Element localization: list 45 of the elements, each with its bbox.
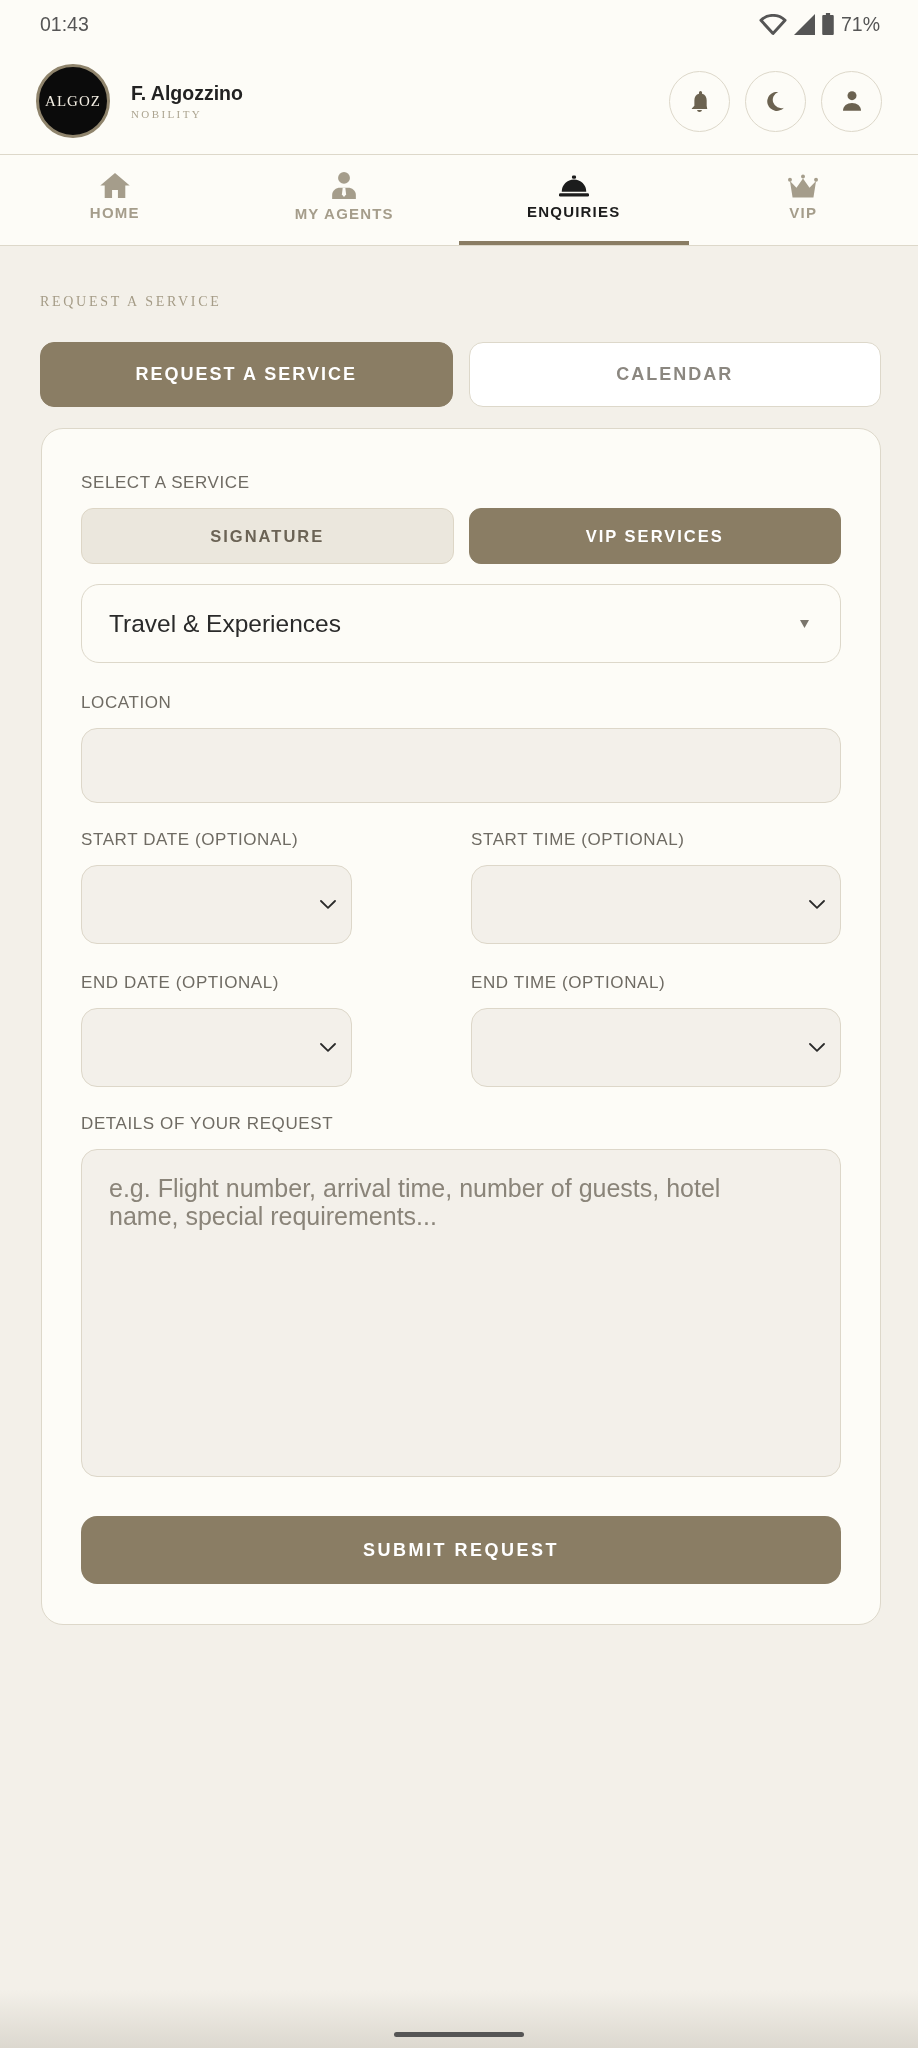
home-icon <box>99 173 130 198</box>
field-label: SELECT A SERVICE <box>81 473 251 493</box>
person-icon <box>332 172 357 199</box>
location-field[interactable] <box>81 728 841 803</box>
status-time: 01:43 <box>40 13 89 35</box>
avatar-logo: ALGOZ <box>36 64 110 138</box>
battery-icon <box>821 13 834 35</box>
signal-icon <box>793 13 815 35</box>
home-indicator[interactable] <box>394 2032 524 2037</box>
user-name: F. Algozzino <box>131 81 243 104</box>
caret-icon <box>800 619 809 628</box>
nav-tab[interactable]: VIP <box>688 155 918 245</box>
field-label: END DATE (OPTIONAL) <box>81 973 281 993</box>
field-label: END TIME (OPTIONAL) <box>471 973 667 993</box>
moon-icon <box>767 91 784 111</box>
category-select[interactable]: Travel & Experiences <box>81 584 841 663</box>
field-label: START TIME (OPTIONAL) <box>471 830 686 850</box>
date-field[interactable] <box>81 1008 352 1087</box>
details-field[interactable]: e.g. Flight number, arrival time, number of guests, hotel name, special requirements... <box>81 1149 841 1477</box>
service-option[interactable]: VIP SERVICES <box>468 508 841 564</box>
mode-button[interactable]: REQUEST A SERVICE <box>40 342 453 407</box>
nav-tab[interactable]: ENQUIRIES <box>459 155 689 245</box>
time-field[interactable] <box>471 865 841 944</box>
nav-tab[interactable]: MY AGENTS <box>229 155 459 245</box>
date-field[interactable] <box>81 865 352 944</box>
chevron-down-icon <box>809 900 825 909</box>
section-title: REQUEST A SERVICE <box>40 294 223 310</box>
field-label: START DATE (OPTIONAL) <box>81 830 300 850</box>
chevron-down-icon <box>320 1043 336 1052</box>
bell-icon <box>691 90 708 112</box>
field-label: LOCATION <box>81 693 173 713</box>
mode-button[interactable]: CALENDAR <box>468 342 881 407</box>
nav-tab[interactable]: HOME <box>0 155 230 245</box>
crown-icon <box>788 173 819 198</box>
tier-label: NOBILITY <box>131 107 203 121</box>
user-icon <box>842 91 861 111</box>
field-label: DETAILS OF YOUR REQUEST <box>81 1114 335 1134</box>
service-option[interactable]: SIGNATURE <box>81 508 454 564</box>
service-bell-icon <box>558 174 589 197</box>
battery-level: 71% <box>840 13 880 35</box>
wifi-icon <box>758 13 787 35</box>
chevron-down-icon <box>320 900 336 909</box>
submit-button[interactable]: SUBMIT REQUEST <box>81 1516 841 1584</box>
chevron-down-icon <box>809 1043 825 1052</box>
time-field[interactable] <box>471 1008 841 1087</box>
